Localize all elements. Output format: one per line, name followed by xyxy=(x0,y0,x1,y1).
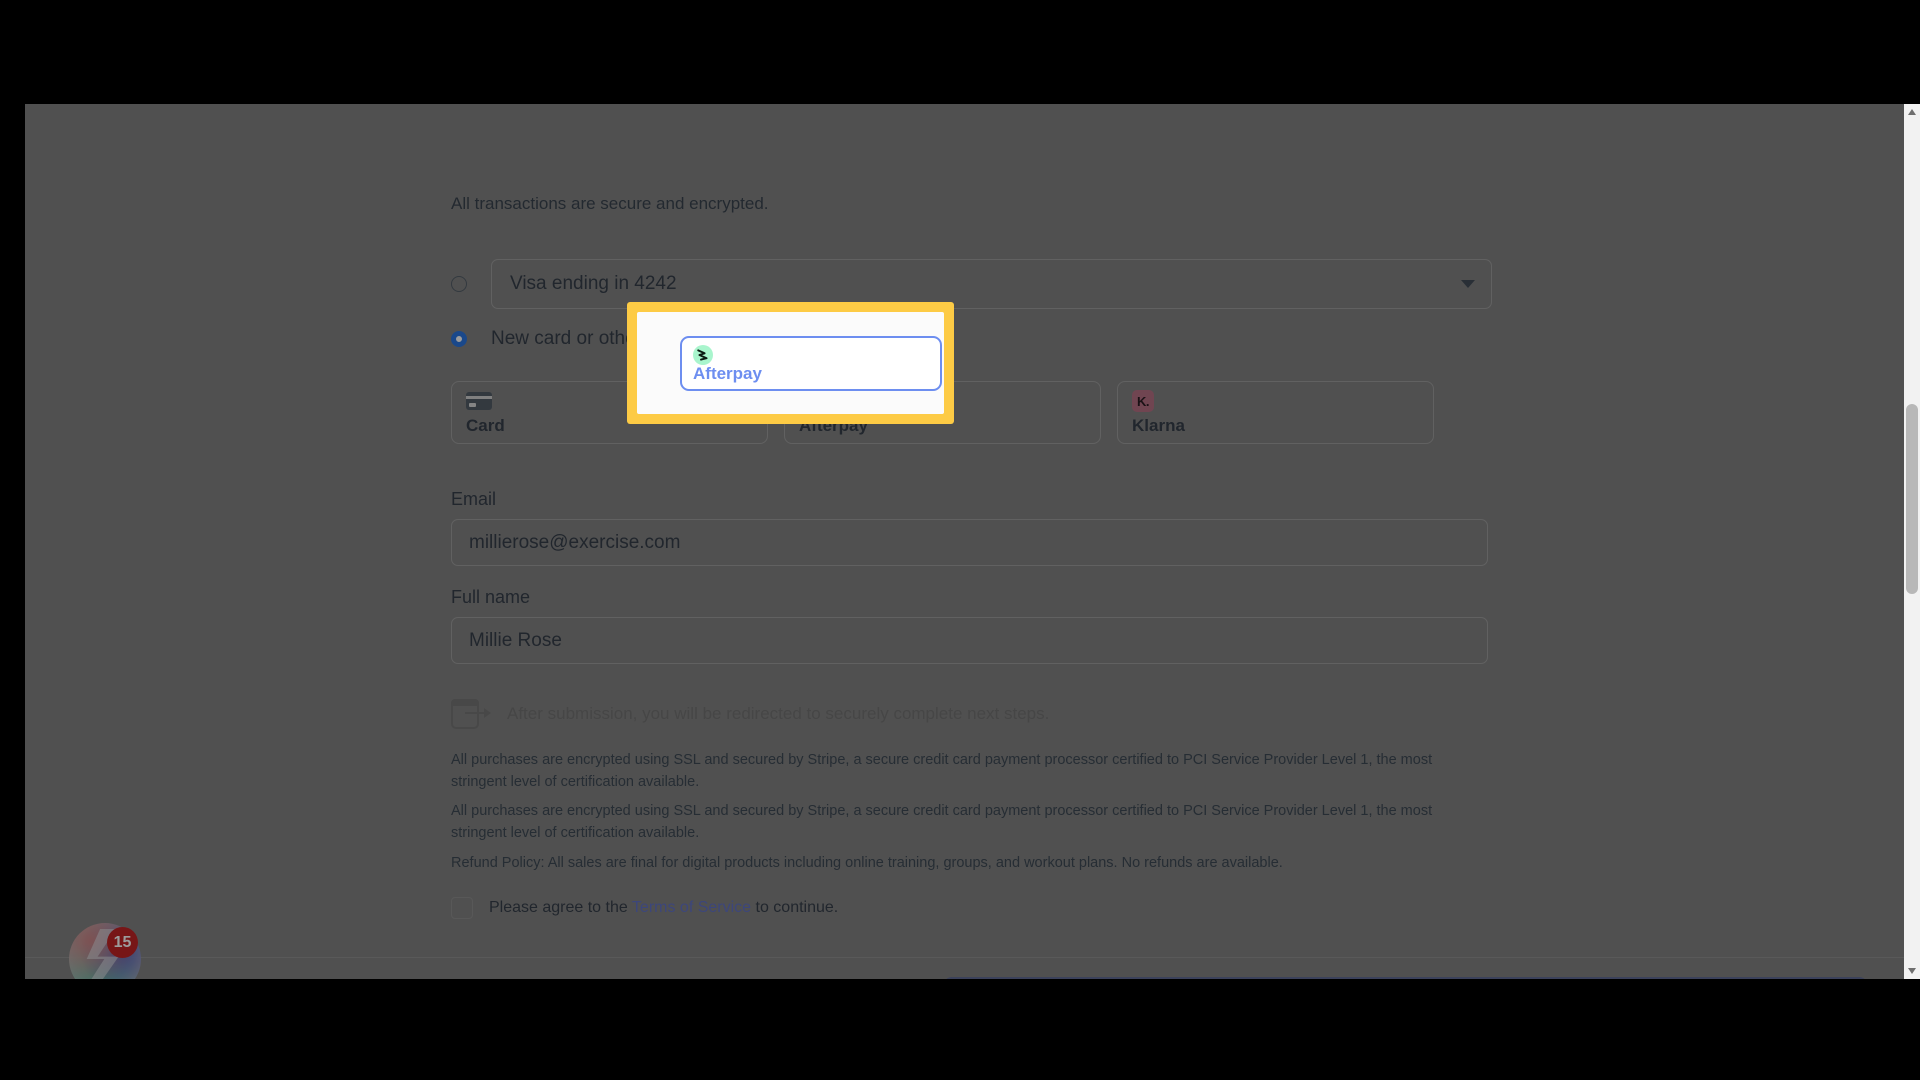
secure-transactions-notice: All transactions are secure and encrypte… xyxy=(451,194,769,213)
terms-agreement-row[interactable]: Please agree to the Terms of Service to … xyxy=(451,897,838,919)
legal-paragraph-2: All purchases are encrypted using SSL an… xyxy=(451,803,1433,842)
terms-checkbox[interactable] xyxy=(451,897,473,919)
full-name-input[interactable]: Millie Rose xyxy=(451,617,1488,664)
saved-card-radio[interactable] xyxy=(451,276,467,292)
notification-badge: 15 xyxy=(107,927,138,958)
email-label: Email xyxy=(451,489,497,509)
new-payment-method-radio[interactable] xyxy=(451,331,467,347)
chevron-down-icon[interactable] xyxy=(1904,963,1920,979)
bottom-divider xyxy=(25,957,1920,958)
screen: All transactions are secure and encrypte… xyxy=(0,0,1920,1080)
legal-paragraph-1: All purchases are encrypted using SSL an… xyxy=(451,752,1433,791)
chevron-up-icon[interactable] xyxy=(1904,104,1920,120)
terms-of-service-link[interactable]: Terms of Service xyxy=(632,899,751,916)
saved-card-row[interactable]: Visa ending in 4242 xyxy=(451,259,1492,309)
payment-method-afterpay-label: Afterpay xyxy=(693,364,762,383)
redirect-notice: After submission, you will be redirected… xyxy=(451,699,1049,729)
payment-method-klarna-label: Klarna xyxy=(1132,416,1185,435)
payment-method-klarna[interactable]: K. Klarna xyxy=(1117,381,1434,444)
saved-card-value: Visa ending in 4242 xyxy=(510,273,677,294)
terms-suffix: to continue. xyxy=(751,899,839,916)
klarna-icon: K. xyxy=(1132,390,1419,412)
full-name-field-group: Full name Millie Rose xyxy=(451,587,1488,664)
klarna-badge-text: K. xyxy=(1132,390,1154,412)
afterpay-highlight-inner: Afterpay xyxy=(637,312,944,414)
full-name-label: Full name xyxy=(451,587,531,607)
afterpay-highlight-callout: Afterpay xyxy=(627,302,954,424)
refund-policy-paragraph: Refund Policy: All sales are final for d… xyxy=(451,855,1283,871)
email-field-group: Email millierose@exercise.com xyxy=(451,489,1488,566)
pay-now-button[interactable]: Pay Now: $13.20 xyxy=(943,977,1868,979)
terms-text: Please agree to the Terms of Service to … xyxy=(489,899,838,917)
terms-prefix: Please agree to the xyxy=(489,899,632,916)
redirect-notice-text: After submission, you will be redirected… xyxy=(507,704,1050,723)
afterpay-icon xyxy=(693,345,713,365)
widget-amount-text: $13.20 xyxy=(45,977,149,979)
email-input[interactable]: millierose@exercise.com xyxy=(451,519,1488,566)
payment-method-afterpay[interactable]: Afterpay xyxy=(680,336,942,391)
browser-viewport: All transactions are secure and encrypte… xyxy=(25,104,1920,979)
checkout-page: All transactions are secure and encrypte… xyxy=(25,104,1920,979)
scrollbar-thumb[interactable] xyxy=(1906,404,1918,594)
page-scrollbar[interactable] xyxy=(1904,104,1920,979)
external-window-arrow-icon xyxy=(451,699,491,729)
chevron-down-icon xyxy=(1461,280,1475,288)
floating-chat-widget[interactable]: 15 $13.20 xyxy=(45,919,193,979)
